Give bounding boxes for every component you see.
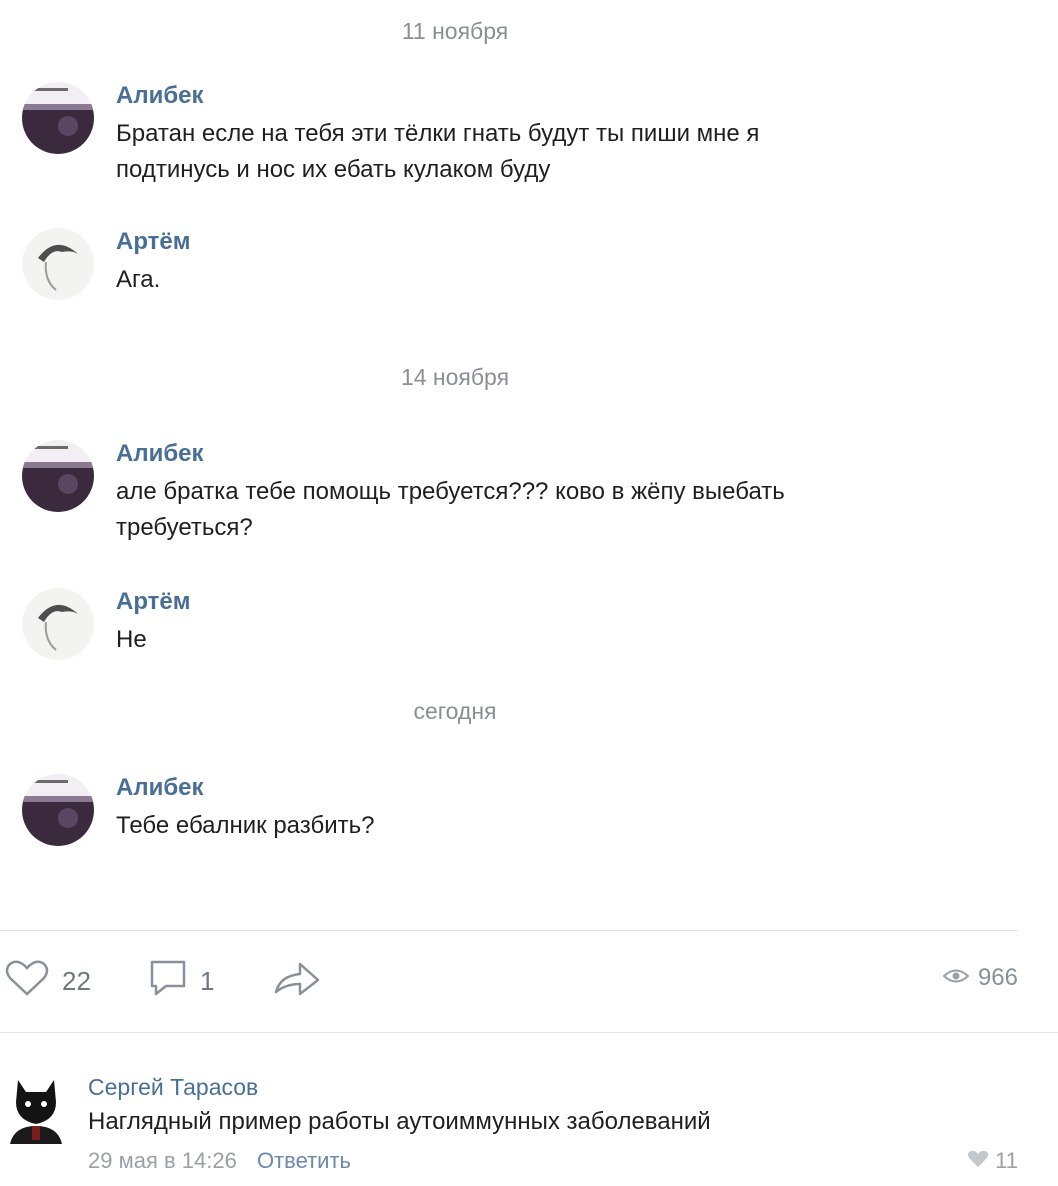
message-text: але братка тебе помощь требуется??? ково… [116, 478, 785, 541]
message-text: Ага. [116, 266, 161, 293]
comment-meta: 29 мая в 14:26 Ответить [88, 1148, 351, 1174]
comment-author[interactable]: Сергей Тарасов [88, 1074, 258, 1101]
comment-count: 1 [200, 966, 215, 996]
comment-date[interactable]: 29 мая в 14:26 [88, 1148, 237, 1173]
heart-icon [967, 1148, 989, 1174]
message-author[interactable]: Алибек [116, 440, 204, 468]
comment-icon [148, 958, 188, 1005]
like-button[interactable]: 22 [4, 958, 91, 1005]
message-text: Братан есле на тебя эти тёлки гнать буду… [116, 120, 760, 183]
divider [0, 1032, 1058, 1033]
message-item: Алибек Тебе ебалник разбить? [22, 774, 922, 854]
divider [0, 930, 1018, 931]
comment-like-count: 11 [995, 1148, 1018, 1173]
post-actions-bar: 22 1 966 [0, 958, 1058, 1008]
avatar[interactable] [22, 774, 94, 846]
comment-text: Наглядный пример работы аутоиммунных заб… [88, 1108, 711, 1135]
message-item: Артём Ага. [22, 228, 922, 308]
heart-icon [4, 958, 50, 1005]
date-separator: 11 ноября [401, 18, 509, 44]
views-count: 966 [977, 964, 1018, 991]
reply-button[interactable]: Ответить [257, 1148, 351, 1173]
like-count: 22 [62, 966, 91, 996]
avatar[interactable] [22, 440, 94, 512]
comment-item: Сергей Тарасов Наглядный пример работы а… [0, 1068, 1058, 1186]
share-icon [272, 958, 322, 1005]
share-button[interactable] [272, 958, 322, 1005]
message-author[interactable]: Алибек [116, 774, 204, 802]
views-counter: 966 [942, 964, 1018, 992]
message-item: Артём Не [22, 588, 922, 668]
message-text: Не [116, 626, 147, 653]
avatar[interactable] [22, 228, 94, 300]
avatar[interactable] [6, 1074, 66, 1144]
eye-icon [942, 964, 970, 992]
message-item: Алибек Братан есле на тебя эти тёлки гна… [22, 82, 922, 192]
date-separator: сегодня [413, 698, 497, 724]
comment-like-button[interactable]: 11 [967, 1148, 1018, 1174]
avatar[interactable] [22, 588, 94, 660]
message-author[interactable]: Алибек [116, 82, 204, 110]
message-author[interactable]: Артём [116, 228, 191, 256]
message-item: Алибек але братка тебе помощь требуется?… [22, 440, 922, 550]
message-author[interactable]: Артём [116, 588, 191, 616]
avatar[interactable] [22, 82, 94, 154]
message-text: Тебе ебалник разбить? [116, 812, 375, 839]
comment-button[interactable]: 1 [148, 958, 214, 1005]
date-separator: 14 ноября [400, 364, 510, 390]
